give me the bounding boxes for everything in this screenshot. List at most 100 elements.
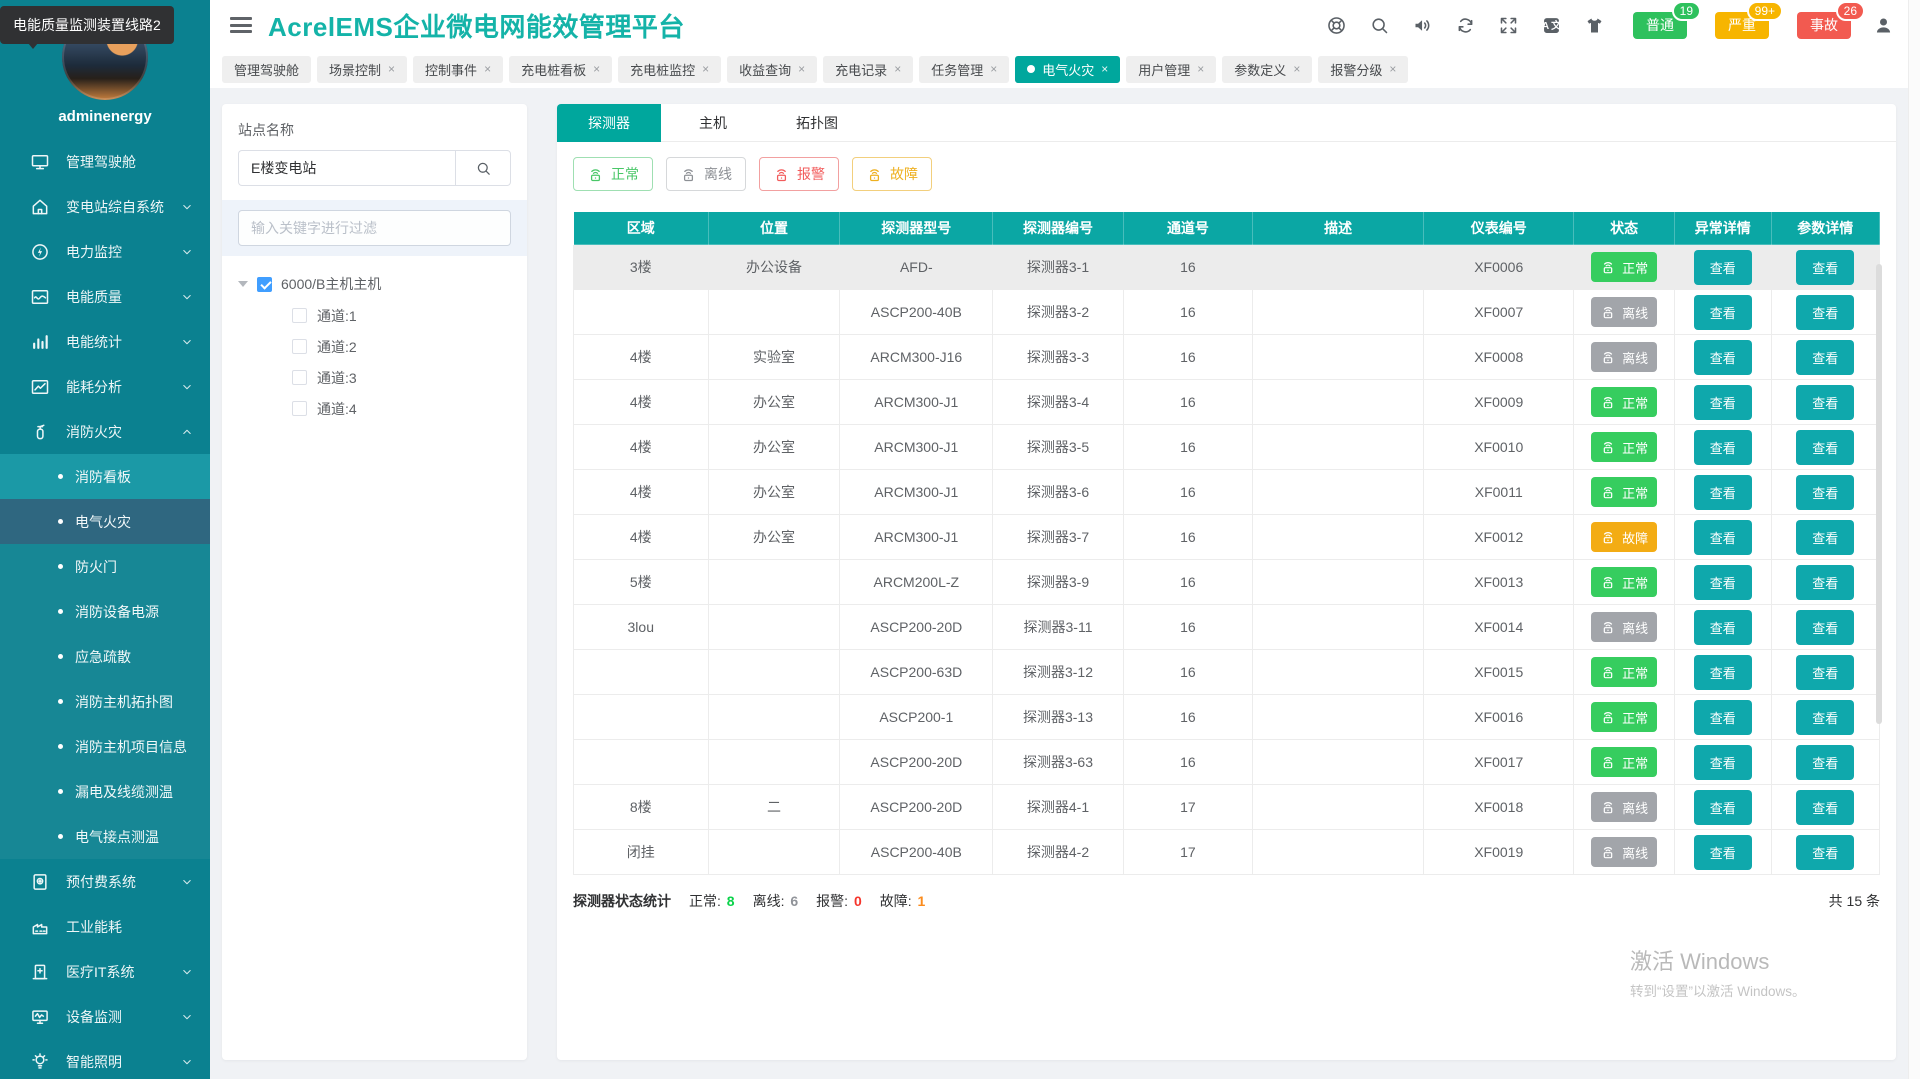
view-param-detail-button[interactable]: 查看 bbox=[1796, 429, 1855, 465]
view-anomaly-detail-button[interactable]: 查看 bbox=[1693, 294, 1752, 330]
translate-icon[interactable]: A 文 bbox=[1541, 15, 1562, 36]
close-tab-icon[interactable]: × bbox=[1101, 62, 1108, 76]
close-tab-icon[interactable]: × bbox=[702, 62, 709, 76]
close-tab-icon[interactable]: × bbox=[990, 62, 997, 76]
filter-button-offline[interactable]: 离线 bbox=[666, 157, 746, 191]
close-tab-icon[interactable]: × bbox=[593, 62, 600, 76]
sidebar-subitem-emergency-evacuation[interactable]: 应急疏散 bbox=[0, 634, 210, 679]
tabbar-tab[interactable]: 任务管理 × bbox=[919, 55, 1010, 83]
view-param-detail-button[interactable]: 查看 bbox=[1796, 699, 1855, 735]
sidebar-item-energy-analysis[interactable]: 能耗分析 bbox=[0, 364, 210, 409]
tabbar-tab[interactable]: 收益查询 × bbox=[727, 55, 818, 83]
tabbar-tab[interactable]: 充电记录 × bbox=[823, 55, 914, 83]
view-param-detail-button[interactable]: 查看 bbox=[1796, 384, 1855, 420]
sidebar-subitem-fire-board[interactable]: 消防看板 bbox=[0, 454, 210, 499]
tabbar-tab[interactable]: 充电桩监控 × bbox=[618, 55, 722, 83]
view-param-detail-button[interactable]: 查看 bbox=[1796, 249, 1855, 285]
panel-tab[interactable]: 探测器 bbox=[557, 104, 661, 142]
close-tab-icon[interactable]: × bbox=[1197, 62, 1204, 76]
tree-child-node[interactable]: 通道:1 bbox=[238, 300, 511, 331]
close-tab-icon[interactable]: × bbox=[1389, 62, 1396, 76]
sidebar-item-fire-safety[interactable]: 消防火灾 bbox=[0, 409, 210, 454]
tabbar-tab[interactable]: 参数定义 × bbox=[1222, 55, 1313, 83]
sidebar-item-prepaid-system[interactable]: 预付费系统 bbox=[0, 859, 210, 904]
tree-root-checkbox[interactable] bbox=[257, 276, 272, 292]
alarm-badge-normal[interactable]: 普通 19 bbox=[1633, 0, 1701, 39]
close-tab-icon[interactable]: × bbox=[388, 62, 395, 76]
filter-button-fault[interactable]: 故障 bbox=[852, 157, 932, 191]
view-anomaly-detail-button[interactable]: 查看 bbox=[1693, 834, 1752, 870]
view-param-detail-button[interactable]: 查看 bbox=[1796, 474, 1855, 510]
user-icon[interactable] bbox=[1873, 15, 1894, 36]
station-search-button[interactable] bbox=[455, 150, 511, 186]
alarm-badge-accident[interactable]: 事故 26 bbox=[1797, 0, 1865, 39]
sidebar-item-industrial-energy[interactable]: 工业能耗 bbox=[0, 904, 210, 949]
view-anomaly-detail-button[interactable]: 查看 bbox=[1693, 609, 1752, 645]
sidebar-subitem-fire-host-info[interactable]: 消防主机项目信息 bbox=[0, 724, 210, 769]
panel-tab[interactable]: 拓扑图 bbox=[765, 104, 869, 142]
view-anomaly-detail-button[interactable]: 查看 bbox=[1693, 519, 1752, 555]
sidebar-subitem-leakage-cable-temp[interactable]: 漏电及线缆测温 bbox=[0, 769, 210, 814]
view-anomaly-detail-button[interactable]: 查看 bbox=[1693, 789, 1752, 825]
station-search-input[interactable] bbox=[238, 150, 455, 186]
table-scrollbar[interactable] bbox=[1876, 264, 1882, 724]
view-param-detail-button[interactable]: 查看 bbox=[1796, 609, 1855, 645]
tabbar-tab[interactable]: 管理驾驶舱 bbox=[222, 55, 312, 83]
view-anomaly-detail-button[interactable]: 查看 bbox=[1693, 249, 1752, 285]
alarm-badge-severe[interactable]: 严重 99+ bbox=[1715, 0, 1783, 39]
view-anomaly-detail-button[interactable]: 查看 bbox=[1693, 384, 1752, 420]
filter-button-alarm[interactable]: 报警 bbox=[759, 157, 839, 191]
tree-child-checkbox[interactable] bbox=[292, 370, 307, 385]
tree-filter-input[interactable] bbox=[238, 210, 511, 246]
view-param-detail-button[interactable]: 查看 bbox=[1796, 834, 1855, 870]
view-anomaly-detail-button[interactable]: 查看 bbox=[1693, 429, 1752, 465]
sidebar-subitem-fire-equipment-power[interactable]: 消防设备电源 bbox=[0, 589, 210, 634]
view-param-detail-button[interactable]: 查看 bbox=[1796, 744, 1855, 780]
sidebar-item-medical-it[interactable]: 医疗IT系统 bbox=[0, 949, 210, 994]
view-param-detail-button[interactable]: 查看 bbox=[1796, 564, 1855, 600]
tree-child-node[interactable]: 通道:4 bbox=[238, 393, 511, 424]
view-anomaly-detail-button[interactable]: 查看 bbox=[1693, 699, 1752, 735]
tree-child-checkbox[interactable] bbox=[292, 401, 307, 416]
lifebuoy-icon[interactable] bbox=[1326, 15, 1347, 36]
sidebar-item-power-quality[interactable]: 电能质量 bbox=[0, 274, 210, 319]
tree-child-node[interactable]: 通道:3 bbox=[238, 362, 511, 393]
panel-tab[interactable]: 主机 bbox=[661, 104, 765, 142]
tree-caret-icon[interactable] bbox=[238, 281, 248, 292]
view-anomaly-detail-button[interactable]: 查看 bbox=[1693, 564, 1752, 600]
tree-root-node[interactable]: 6000/B主机主机 bbox=[238, 268, 511, 300]
sidebar-subitem-electrical-fire[interactable]: 电气火灾 bbox=[0, 499, 210, 544]
search-icon[interactable] bbox=[1369, 15, 1390, 36]
view-anomaly-detail-button[interactable]: 查看 bbox=[1693, 474, 1752, 510]
sidebar-item-power-stats[interactable]: 电能统计 bbox=[0, 319, 210, 364]
view-param-detail-button[interactable]: 查看 bbox=[1796, 339, 1855, 375]
close-tab-icon[interactable]: × bbox=[484, 62, 491, 76]
tabbar-tab[interactable]: 充电桩看板 × bbox=[509, 55, 613, 83]
view-param-detail-button[interactable]: 查看 bbox=[1796, 654, 1855, 690]
close-tab-icon[interactable]: × bbox=[894, 62, 901, 76]
sidebar-item-dashboard[interactable]: 管理驾驶舱 bbox=[0, 139, 210, 184]
tree-child-checkbox[interactable] bbox=[292, 339, 307, 354]
speaker-icon[interactable] bbox=[1412, 15, 1433, 36]
tabbar-tab[interactable]: 场景控制 × bbox=[317, 55, 408, 83]
sidebar-item-device-monitor[interactable]: 设备监测 bbox=[0, 994, 210, 1039]
view-anomaly-detail-button[interactable]: 查看 bbox=[1693, 744, 1752, 780]
filter-button-normal[interactable]: 正常 bbox=[573, 157, 653, 191]
menu-toggle-icon[interactable] bbox=[230, 17, 252, 33]
tabbar-tab[interactable]: 用户管理 × bbox=[1126, 55, 1217, 83]
view-anomaly-detail-button[interactable]: 查看 bbox=[1693, 339, 1752, 375]
sidebar-item-substation-system[interactable]: 变电站综自系统 bbox=[0, 184, 210, 229]
sidebar-item-power-monitor[interactable]: 电力监控 bbox=[0, 229, 210, 274]
view-param-detail-button[interactable]: 查看 bbox=[1796, 519, 1855, 555]
tabbar-tab[interactable]: 报警分级 × bbox=[1318, 55, 1409, 83]
tabbar-tab[interactable]: 控制事件 × bbox=[413, 55, 504, 83]
sidebar-subitem-fire-host-topology[interactable]: 消防主机拓扑图 bbox=[0, 679, 210, 724]
refresh-icon[interactable] bbox=[1455, 15, 1476, 36]
view-param-detail-button[interactable]: 查看 bbox=[1796, 789, 1855, 825]
sidebar-subitem-fire-door[interactable]: 防火门 bbox=[0, 544, 210, 589]
tshirt-icon[interactable] bbox=[1584, 15, 1605, 36]
view-param-detail-button[interactable]: 查看 bbox=[1796, 294, 1855, 330]
expand-icon[interactable] bbox=[1498, 15, 1519, 36]
tree-child-node[interactable]: 通道:2 bbox=[238, 331, 511, 362]
close-tab-icon[interactable]: × bbox=[798, 62, 805, 76]
